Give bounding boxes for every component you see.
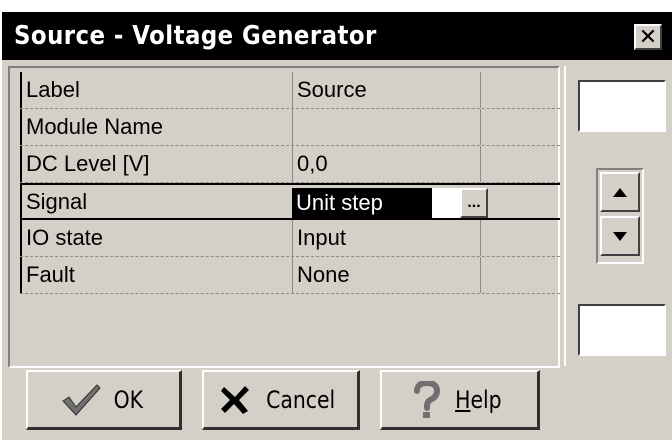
close-icon: ✕: [638, 24, 658, 49]
cancel-label: Cancel: [265, 385, 336, 414]
help-button[interactable]: Help: [380, 370, 540, 430]
grid-spacer-cell: [480, 146, 560, 182]
ok-label: OK: [113, 385, 144, 414]
grid-row-label[interactable]: Label Source: [20, 72, 560, 109]
spin-control: [596, 168, 644, 264]
spin-down-button[interactable]: [600, 216, 640, 256]
grid-spacer-cell: [480, 109, 560, 145]
property-value[interactable]: None: [292, 257, 480, 293]
property-value[interactable]: [292, 109, 480, 145]
property-value[interactable]: Input: [292, 220, 480, 256]
property-name: Module Name: [20, 109, 292, 145]
dialog-window: Source - Voltage Generator ✕ Label Sourc…: [2, 12, 672, 440]
grid-spacer-cell: [480, 257, 560, 293]
grid-row-io-state[interactable]: IO state Input: [20, 220, 560, 257]
ok-button[interactable]: OK: [26, 370, 182, 430]
side-bottom-field[interactable]: [578, 304, 666, 356]
grid-row-fault[interactable]: Fault None: [20, 257, 560, 294]
spin-up-button[interactable]: [600, 172, 640, 212]
side-top-field[interactable]: [578, 80, 666, 132]
arrow-up-icon: [613, 187, 627, 197]
help-label: Help: [455, 385, 502, 414]
editor-padding: [432, 188, 460, 218]
grid-spacer-cell: [480, 220, 560, 256]
x-mark-icon: [220, 385, 249, 414]
arrow-down-icon: [613, 231, 627, 241]
grid-spacer-cell: [480, 72, 560, 108]
property-value[interactable]: Source: [292, 72, 480, 108]
property-name: Fault: [20, 257, 292, 293]
property-name: DC Level [V]: [20, 146, 292, 182]
property-name: IO state: [20, 220, 292, 256]
property-grid-panel: Label Source Module Name DC Level [V] 0,…: [8, 66, 560, 368]
ellipsis-button[interactable]: ...: [460, 188, 488, 218]
signal-value-editor[interactable]: Unit step: [292, 188, 432, 218]
cancel-button[interactable]: Cancel: [202, 370, 360, 430]
title-bar: Source - Voltage Generator ✕: [2, 12, 672, 60]
question-mark-icon: [414, 380, 441, 418]
grid-row-dc-level[interactable]: DC Level [V] 0,0: [20, 146, 560, 183]
property-value[interactable]: 0,0: [292, 146, 480, 182]
close-button[interactable]: ✕: [634, 24, 662, 50]
property-name: Signal: [20, 185, 292, 218]
ellipsis-icon: ...: [467, 194, 481, 211]
checkmark-icon: [62, 383, 101, 416]
window-title: Source - Voltage Generator: [14, 21, 377, 51]
property-name: Label: [20, 72, 292, 108]
grid-row-signal[interactable]: Signal Unit step ...: [20, 183, 560, 220]
grid-row-module-name[interactable]: Module Name: [20, 109, 560, 146]
property-grid: Label Source Module Name DC Level [V] 0,…: [20, 72, 560, 294]
